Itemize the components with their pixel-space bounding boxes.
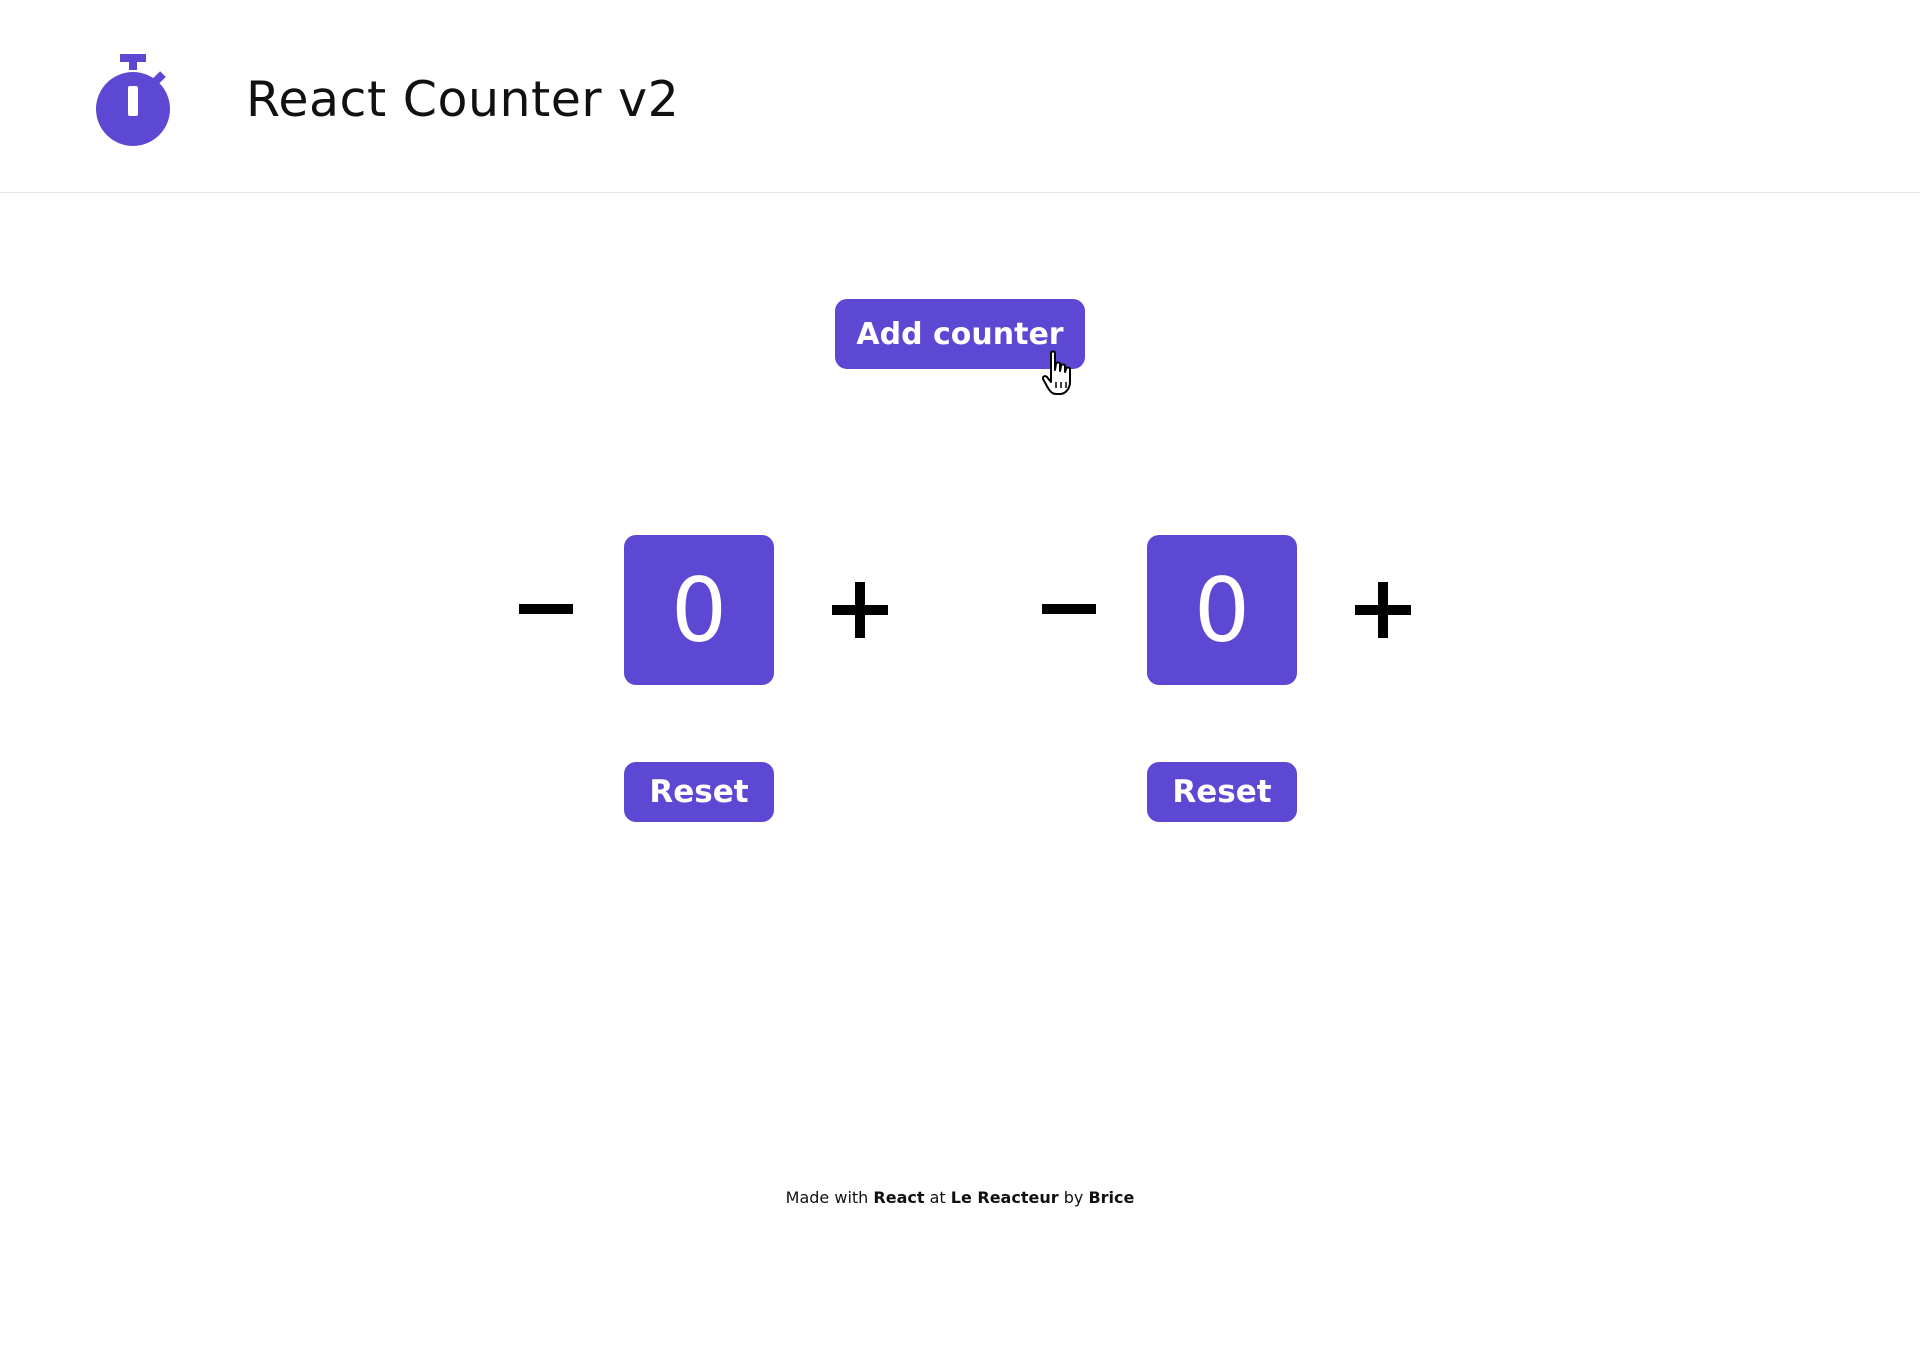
- page-footer: Made with React at Le Reacteur by Brice: [0, 1188, 1920, 1207]
- page-title: React Counter v2: [246, 71, 680, 128]
- counter-card: 0 Reset: [1039, 535, 1459, 825]
- minus-icon: [519, 604, 573, 614]
- footer-text: at: [929, 1188, 946, 1207]
- counter-value: 0: [1147, 535, 1297, 685]
- reset-button[interactable]: Reset: [1147, 762, 1297, 822]
- stopwatch-icon: [96, 54, 170, 146]
- footer-author-name: Brice: [1088, 1188, 1135, 1207]
- footer-text: by: [1063, 1188, 1084, 1207]
- reset-button[interactable]: Reset: [624, 762, 774, 822]
- hand-pointer-cursor-icon: [1042, 350, 1071, 395]
- page-header: React Counter v2: [0, 0, 1920, 193]
- counter-card: 0 Reset: [516, 535, 936, 825]
- counter-value: 0: [624, 535, 774, 685]
- minus-icon: [1042, 604, 1096, 614]
- increment-button[interactable]: [832, 582, 888, 638]
- footer-text: Made with: [785, 1188, 869, 1207]
- decrement-button[interactable]: [1039, 585, 1099, 633]
- decrement-button[interactable]: [516, 585, 576, 633]
- increment-button[interactable]: [1355, 582, 1411, 638]
- footer-school-name: Le Reacteur: [950, 1188, 1059, 1207]
- footer-react-link: React: [873, 1188, 925, 1207]
